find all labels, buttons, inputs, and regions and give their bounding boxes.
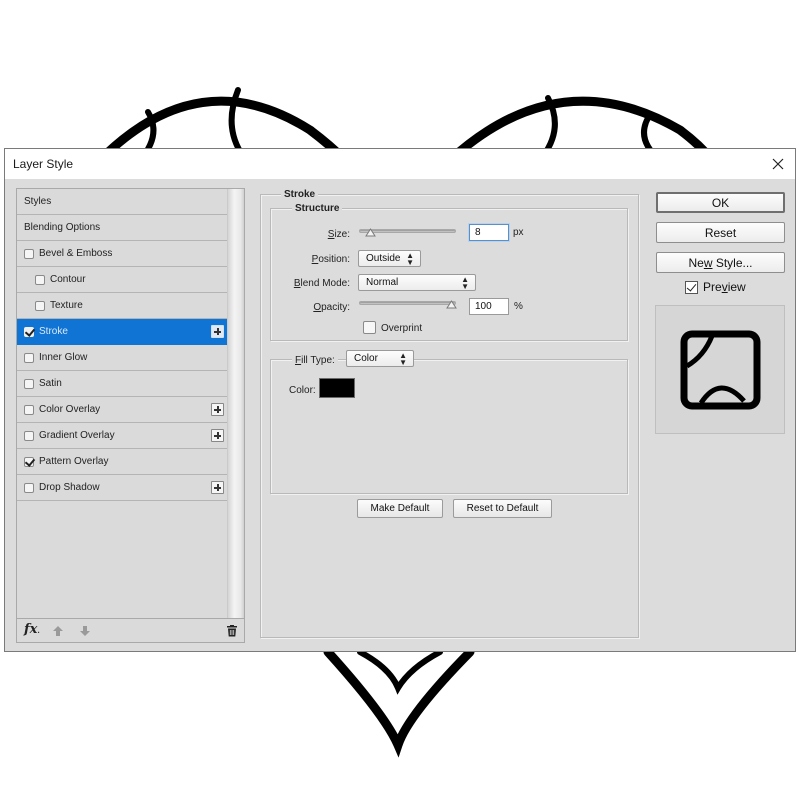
opacity-label: Opacity: (313, 302, 350, 313)
style-item-checkbox[interactable] (24, 378, 34, 389)
style-item-label: Stroke (39, 326, 68, 337)
fx-label: fx (24, 622, 38, 637)
color-label: Color: (289, 385, 316, 396)
ok-button[interactable]: OK (656, 192, 785, 213)
new-style-button[interactable]: Ne w Style... (656, 252, 785, 273)
style-item-label: Inner Glow (39, 352, 88, 363)
style-item-color-overlay[interactable]: Color Overlay (17, 397, 228, 423)
style-item-label: Color Overlay (39, 404, 101, 415)
select-caret-icon: ▲ ▼ (461, 275, 469, 291)
new-style-label-b: w (703, 255, 713, 270)
opacity-slider-thumb[interactable] (446, 300, 457, 309)
add-effect-icon[interactable] (211, 429, 224, 442)
preview-thumbnail-icon (680, 330, 761, 410)
add-effect-icon[interactable] (211, 481, 224, 494)
style-list-scrollbar[interactable] (227, 189, 244, 619)
close-icon (772, 158, 784, 170)
fill-type-select[interactable]: Color ▲ ▼ (346, 350, 414, 367)
style-item-label: Texture (50, 300, 83, 311)
preview-checkbox[interactable]: Preview (685, 280, 746, 294)
style-item-checkbox[interactable] (24, 430, 34, 441)
style-preview-thumbnail (655, 305, 785, 434)
select-caret-icon: ▲ ▼ (399, 351, 407, 367)
add-effect-icon[interactable] (211, 325, 224, 338)
style-item-pattern-overlay[interactable]: Pattern Overlay (17, 449, 228, 475)
style-item-blending-options[interactable]: Blending Options (17, 215, 228, 241)
reset-button[interactable]: Reset (656, 222, 785, 243)
add-effect-icon[interactable] (211, 403, 224, 416)
opacity-slider[interactable] (359, 300, 457, 309)
style-item-checkbox[interactable] (24, 248, 34, 259)
style-item-label: Blending Options (24, 222, 101, 233)
heart-bottom-inner (357, 649, 443, 695)
style-list-panel: Styles Blending Options Bevel & Emboss Cont… (16, 188, 245, 643)
style-item-checkbox[interactable] (24, 326, 34, 337)
overprint-checkbox[interactable] (363, 321, 376, 334)
style-item-drop-shadow[interactable]: Drop Shadow (17, 475, 228, 501)
position-select[interactable]: Outside ▲ ▼ (358, 250, 421, 267)
color-swatch[interactable] (319, 378, 355, 398)
style-item-checkbox[interactable] (35, 300, 45, 311)
structure-title: Structure (292, 203, 343, 214)
heart-bottom-outer (323, 647, 475, 758)
make-default-button[interactable]: Make Default (357, 499, 443, 518)
style-item-label: Drop Shadow (39, 482, 100, 493)
close-button[interactable] (765, 152, 791, 176)
size-slider[interactable] (359, 228, 456, 237)
preview-check-icon (685, 280, 698, 294)
style-item-texture[interactable]: Texture (17, 293, 228, 319)
fill-type-label: Fill Type: (292, 355, 338, 366)
style-item-stroke[interactable]: Stroke (17, 319, 228, 345)
style-item-label: Gradient Overlay (39, 430, 115, 441)
style-item-checkbox[interactable] (24, 456, 34, 467)
opacity-unit: % (514, 301, 523, 312)
blend-mode-label: Blend Mode: (293, 278, 350, 289)
style-item-label: Pattern Overlay (39, 456, 109, 467)
title-bar: Layer Style (5, 149, 795, 179)
move-up-icon[interactable] (52, 625, 64, 637)
style-item-bevel-emboss[interactable]: Bevel & Emboss (17, 241, 228, 267)
fill-type-value: Color (354, 353, 378, 364)
size-unit: px (513, 227, 524, 238)
style-item-checkbox[interactable] (24, 482, 34, 493)
style-item-label: Satin (39, 378, 62, 389)
style-item-contour[interactable]: Contour (17, 267, 228, 293)
style-list: Styles Blending Options Bevel & Emboss Cont… (17, 189, 228, 501)
size-label: Size: (327, 229, 350, 240)
style-item-inner-glow[interactable]: Inner Glow (17, 345, 228, 371)
size-slider-thumb[interactable] (364, 228, 376, 237)
opacity-input[interactable]: 100 (469, 298, 509, 315)
new-style-label-a: Ne (688, 255, 704, 270)
position-label: Position: (311, 254, 350, 265)
preview-label: Preview (703, 280, 746, 294)
fx-menu-button[interactable]: fx. (24, 622, 40, 637)
size-input[interactable]: 8 (469, 224, 509, 241)
move-down-icon[interactable] (79, 625, 91, 637)
style-item-label: Bevel & Emboss (39, 248, 113, 259)
style-item-checkbox[interactable] (24, 352, 34, 363)
style-list-footer: fx. (17, 618, 244, 642)
style-item-label: Contour (50, 274, 86, 285)
stroke-section-title: Stroke (281, 189, 319, 200)
style-item-satin[interactable]: Satin (17, 371, 228, 397)
new-style-label-c: Style... (712, 255, 753, 270)
style-item-checkbox[interactable] (35, 274, 45, 285)
style-item-label: Styles (24, 196, 52, 207)
layer-style-dialog: Layer Style Styles Blending Options Bevel … (4, 148, 796, 652)
position-value: Outside (366, 253, 401, 264)
select-caret-icon: ▲ ▼ (406, 251, 414, 267)
dialog-title: Layer Style (13, 157, 74, 171)
reset-to-default-button[interactable]: Reset to Default (453, 499, 552, 518)
blend-mode-value: Normal (366, 277, 399, 288)
style-item-checkbox[interactable] (24, 404, 34, 415)
overprint-label: Overprint (381, 323, 423, 334)
style-item-styles[interactable]: Styles (17, 189, 228, 215)
blend-mode-select[interactable]: Normal ▲ ▼ (358, 274, 476, 291)
trash-icon[interactable] (226, 624, 238, 637)
stroke-settings: Stroke Structure Size: 8 px Position: Ou… (260, 189, 639, 639)
style-item-gradient-overlay[interactable]: Gradient Overlay (17, 423, 228, 449)
